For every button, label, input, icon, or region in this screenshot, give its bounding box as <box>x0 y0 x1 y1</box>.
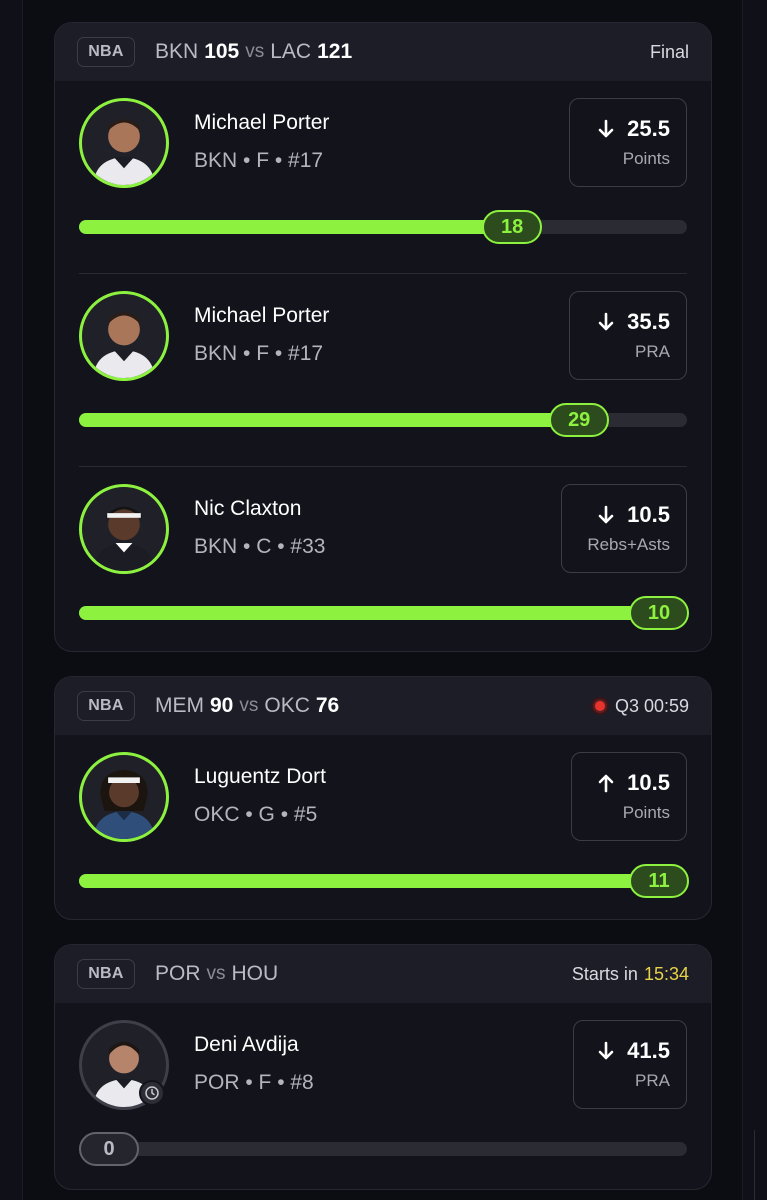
progress-track: 11 <box>79 864 689 898</box>
current-stat-pill: 11 <box>629 864 689 898</box>
player-info: BKN • C • #33 <box>194 535 326 558</box>
player-prop-row[interactable]: Luguentz Dort OKC • G • #5 10.5 Points 1… <box>55 735 711 919</box>
game-card-por-hou[interactable]: NBA POR vs HOU Starts in 15:34 Deni Avdi… <box>54 944 712 1190</box>
progress-track: 18 <box>79 210 687 244</box>
player-info: POR • F • #8 <box>194 1071 314 1094</box>
line-value: 35.5 <box>627 309 670 334</box>
progress-fill <box>79 220 513 234</box>
game-card-mem-okc[interactable]: NBA MEM 90 vs OKC 76 Q3 00:59 Luguentz D… <box>54 676 712 920</box>
team-a: POR <box>155 962 201 985</box>
arrow-down-icon <box>598 312 614 331</box>
score-b: 121 <box>317 40 353 63</box>
stat-type: PRA <box>635 1071 670 1090</box>
progress-track: 29 <box>79 403 687 437</box>
stat-type: Points <box>622 149 670 168</box>
player-name: Michael Porter <box>194 111 330 134</box>
league-badge: NBA <box>77 37 135 67</box>
current-stat-pill: 10 <box>629 596 689 630</box>
score-a: 90 <box>210 694 234 717</box>
line-value: 10.5 <box>627 502 670 527</box>
progress-track: 0 <box>79 1132 687 1166</box>
current-stat-pill: 29 <box>549 403 610 437</box>
status-text: Q3 00:59 <box>614 695 689 716</box>
matchup: BKN 105 vs LAC 121 <box>155 23 352 81</box>
player-prop-row[interactable]: Nic Claxton BKN • C • #33 10.5 Rebs+Asts… <box>55 467 711 651</box>
line-value: 10.5 <box>627 770 670 795</box>
player-avatar <box>79 752 169 842</box>
clock-icon <box>139 1080 165 1106</box>
progress-fill <box>79 874 659 888</box>
status-text: Final <box>649 41 689 62</box>
vs-label: vs <box>245 41 265 62</box>
player-info: BKN • F • #17 <box>194 342 324 365</box>
team-b: OKC <box>264 694 310 717</box>
vs-label: vs <box>239 695 259 716</box>
game-status: Starts in 15:34 <box>572 945 689 1003</box>
stat-line-box[interactable]: 35.5 PRA <box>569 291 687 380</box>
matchup: POR vs HOU <box>155 945 278 1003</box>
stat-line-value: 41.5 <box>598 1038 670 1064</box>
team-a: MEM <box>155 694 204 717</box>
stat-line-value: 25.5 <box>598 116 670 142</box>
game-header: NBA BKN 105 vs LAC 121 Final <box>55 23 711 81</box>
player-avatar <box>79 484 169 574</box>
stat-type: Points <box>622 803 670 822</box>
current-stat-pill: 18 <box>482 210 543 244</box>
line-value: 25.5 <box>627 116 670 141</box>
player-prop-row[interactable]: Michael Porter BKN • F • #17 35.5 PRA 29 <box>55 274 711 467</box>
score-b: 76 <box>315 694 340 717</box>
player-avatar <box>79 98 169 188</box>
countdown-time: 15:34 <box>643 963 689 984</box>
player-prop-row[interactable]: Michael Porter BKN • F • #17 25.5 Points… <box>55 81 711 274</box>
stat-line-value: 35.5 <box>598 309 670 335</box>
player-info: OKC • G • #5 <box>194 803 318 826</box>
stat-type: PRA <box>635 342 670 361</box>
stat-line-box[interactable]: 10.5 Points <box>571 752 687 841</box>
score-a: 105 <box>204 40 240 63</box>
game-header: NBA MEM 90 vs OKC 76 Q3 00:59 <box>55 677 711 735</box>
arrow-down-icon <box>598 1041 614 1060</box>
stat-line-value: 10.5 <box>598 770 670 796</box>
status-text: Starts in <box>571 963 638 984</box>
right-edge-strip <box>742 0 767 1200</box>
game-header: NBA POR vs HOU Starts in 15:34 <box>55 945 711 1003</box>
player-name: Michael Porter <box>194 304 330 327</box>
game-card-bkn-lac[interactable]: NBA BKN 105 vs LAC 121 Final Michael Por… <box>54 22 712 652</box>
player-name: Nic Claxton <box>194 497 302 520</box>
league-badge: NBA <box>77 691 135 721</box>
player-name: Deni Avdija <box>194 1033 299 1056</box>
player-avatar <box>79 291 169 381</box>
team-a: BKN <box>155 40 199 63</box>
stat-line-value: 10.5 <box>598 502 670 528</box>
current-stat-pill: 0 <box>79 1132 139 1166</box>
game-status: Final <box>650 23 689 81</box>
player-name: Luguentz Dort <box>194 765 326 788</box>
vs-label: vs <box>206 963 226 984</box>
arrow-down-icon <box>598 119 614 138</box>
scrollbar[interactable] <box>754 1130 755 1200</box>
matchup: MEM 90 vs OKC 76 <box>155 677 339 735</box>
left-edge-strip <box>0 0 23 1200</box>
stat-type: Rebs+Asts <box>587 535 670 554</box>
progress-track: 10 <box>79 596 689 630</box>
progress-fill <box>79 413 580 427</box>
arrow-down-icon <box>598 505 614 524</box>
game-status: Q3 00:59 <box>592 677 689 735</box>
arrow-up-icon <box>598 774 614 793</box>
player-info: BKN • F • #17 <box>194 149 324 172</box>
team-b: LAC <box>270 40 312 63</box>
stat-line-box[interactable]: 25.5 Points <box>569 98 687 187</box>
progress-fill <box>79 606 659 620</box>
player-prop-row[interactable]: Deni Avdija POR • F • #8 41.5 PRA 0 <box>55 1003 711 1189</box>
live-dot-icon <box>592 699 607 713</box>
stat-line-box[interactable]: 41.5 PRA <box>573 1020 687 1109</box>
stat-line-box[interactable]: 10.5 Rebs+Asts <box>561 484 687 573</box>
league-badge: NBA <box>77 959 135 989</box>
line-value: 41.5 <box>627 1038 670 1063</box>
team-b: HOU <box>231 962 279 985</box>
